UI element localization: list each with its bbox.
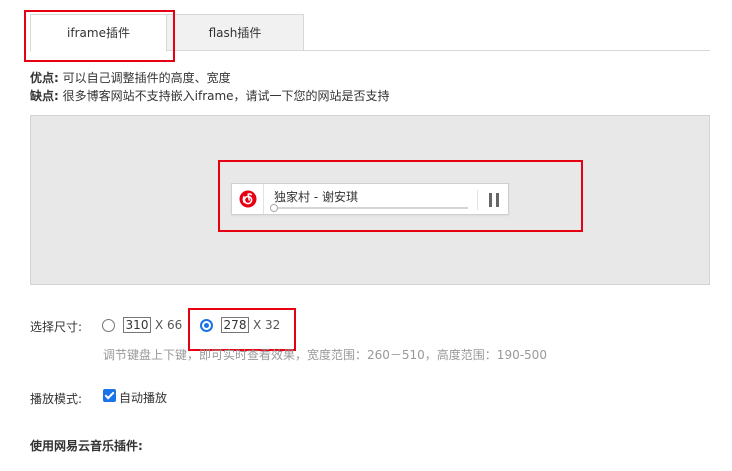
music-player: 独家村 - 谢安琪 [231,183,509,215]
width-input-310[interactable]: 310 [123,317,151,333]
pros-line: 优点: 可以自己调整插件的高度、宽度 [30,70,231,86]
mode-label: 播放模式: [30,392,83,406]
cons-line: 缺点: 很多博客网站不支持嵌入iframe，请试一下您的网站是否支持 [30,88,390,104]
usage-title: 使用网易云音乐插件: [30,439,143,453]
size-label: 选择尺寸: [30,320,83,334]
height-text-66: X 66 [155,318,183,332]
song-title: 独家村 - 谢安琪 [274,190,358,204]
size-option-310-radio[interactable] [102,319,115,332]
size-hint: 调节键盘上下键，即可实时查看效果，宽度范围：260－510，高度范围：190-5… [103,348,547,362]
height-text-32: X 32 [253,318,281,332]
progress-knob[interactable] [270,204,278,212]
pause-icon[interactable] [488,193,500,207]
width-input-278[interactable]: 278 [221,317,249,333]
tab-bar: iframe插件 flash插件 [30,14,710,52]
progress-track[interactable] [270,204,468,212]
cons-text: 很多博客网站不支持嵌入iframe，请试一下您的网站是否支持 [62,89,390,103]
netease-music-icon[interactable] [232,184,264,214]
tab-flash[interactable]: flash插件 [166,14,304,51]
autoplay-label[interactable]: 自动播放 [119,389,167,406]
autoplay-checkbox[interactable] [103,389,116,402]
cons-label: 缺点: [30,89,59,103]
pros-label: 优点: [30,71,59,85]
pros-text: 可以自己调整插件的高度、宽度 [62,71,231,85]
player-divider [477,190,478,210]
size-option-278-radio[interactable] [200,319,213,332]
tab-iframe[interactable]: iframe插件 [30,14,167,52]
